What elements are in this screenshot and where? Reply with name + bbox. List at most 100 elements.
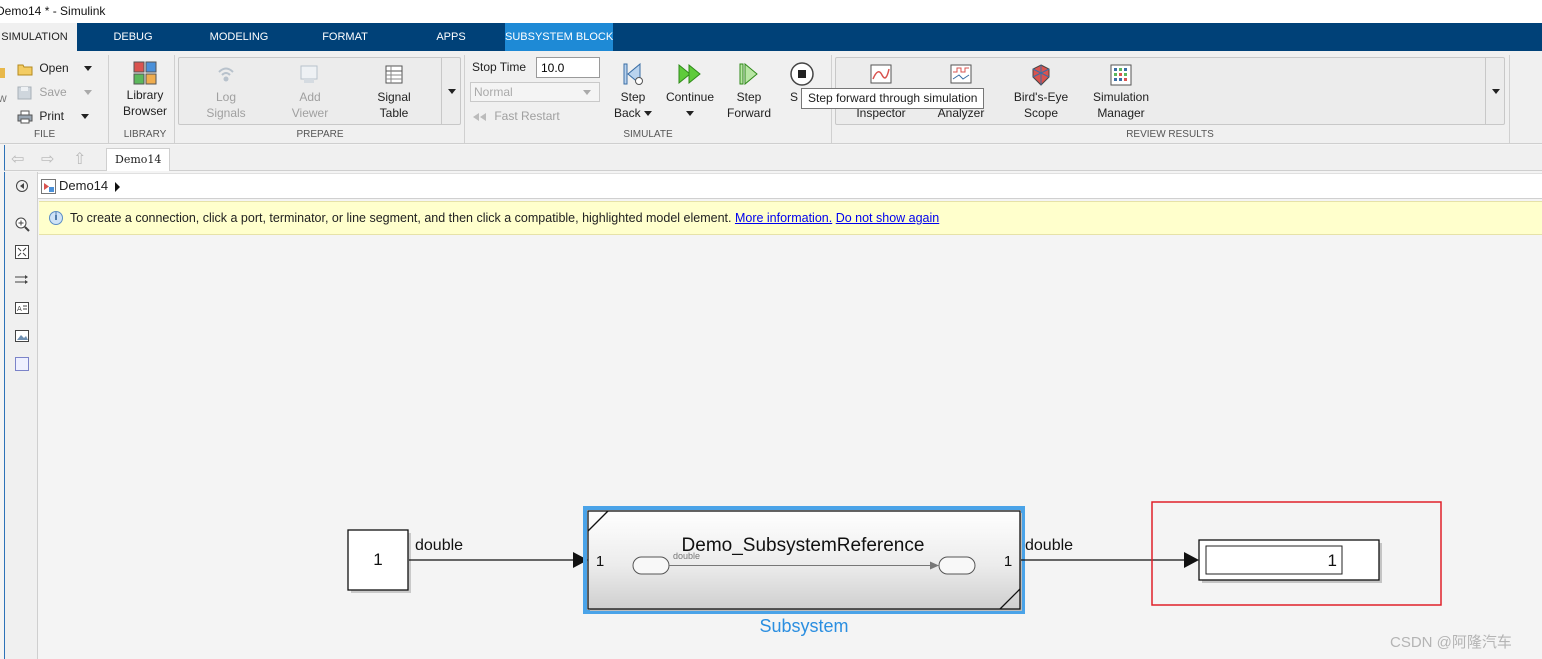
simulink-window: Demo14 * - Simulink SIMULATION DEBUG MOD… [0,0,1542,659]
inner-outport-shape [938,556,976,575]
forward-arrow-icon[interactable]: ⇨ [41,149,54,169]
area-icon[interactable] [14,356,30,372]
open-dropdown-caret[interactable] [84,66,93,72]
subsystem-block[interactable]: Demo_SubsystemReference 1 1 double [583,506,1025,614]
breadcrumb-caret-icon[interactable] [115,182,120,192]
step-back-icon [623,62,643,86]
simulation-manager-label-2: Manager [1097,106,1145,120]
more-information-link[interactable]: More information. [735,211,832,225]
step-back-button[interactable]: Step Back [607,61,659,121]
step-back-caret[interactable] [644,111,653,117]
birds-eye-scope-button[interactable]: Bird's-Eye Scope [1008,63,1074,121]
back-arrow-icon[interactable]: ⇦ [11,149,24,169]
step-back-label-1: Step [620,90,646,104]
birds-eye-icon [1032,64,1050,86]
ribbon-tab-strip: SIMULATION DEBUG MODELING FORMAT APPS SU… [0,23,1542,51]
info-bar: i To create a connection, click a port, … [39,201,1542,235]
subsystem-name[interactable]: Subsystem [759,616,848,636]
step-forward-label-2: Forward [726,106,771,120]
file-section-label: FILE [34,129,56,140]
new-button-fragment[interactable] [0,63,5,81]
simulation-manager-label-1: Simulation [1092,90,1150,104]
model-editor: ⇦ ⇨ ⇧ Demo14 A Demo14 i To create a conn… [0,145,1542,659]
fast-restart-label: Fast Restart [494,109,560,123]
signal-arrows-icon[interactable] [14,272,30,288]
birds-eye-label-1: Bird's-Eye [1013,90,1069,104]
add-viewer-label-1: Add [299,90,321,104]
annotation-icon[interactable]: A [14,300,30,316]
library-section-label: LIBRARY [123,129,167,140]
simulation-manager-button[interactable]: Simulation Manager [1086,63,1156,121]
subsystem-in-port-number: 1 [596,553,604,570]
do-not-show-again-link[interactable]: Do not show again [836,211,940,225]
simulate-section-label: SIMULATE [623,129,673,140]
display-block[interactable]: 1 [1198,539,1382,583]
signal-table-label-2: Table [379,106,409,120]
hide-browser-icon[interactable] [14,178,30,194]
continue-caret[interactable] [686,111,694,117]
constant-block[interactable]: 1 [347,529,411,593]
up-arrow-icon[interactable]: ⇧ [73,149,86,169]
title-bar: Demo14 * - Simulink [0,0,1542,23]
separator-prepare [464,55,465,143]
breadcrumb-demo14[interactable]: Demo14 [59,178,108,193]
info-message: To create a connection, click a port, te… [70,211,732,225]
new-label-fragment: w [0,91,7,105]
canvas-left-toolbar: A [4,172,38,659]
constant-value: 1 [373,550,382,569]
tab-subsystem-block[interactable]: SUBSYSTEM BLOCK [505,23,613,51]
tab-debug[interactable]: DEBUG [104,23,162,51]
save-dropdown-caret[interactable] [84,90,93,96]
print-dropdown-caret[interactable] [81,114,90,120]
step-forward-icon [739,62,758,86]
signal-table-button[interactable]: Signal Table [368,63,420,121]
signal-out-label: double [1025,537,1073,554]
print-button[interactable]: Print [17,107,90,125]
step-forward-button[interactable]: Step Forward [722,61,776,121]
printer-icon [17,110,33,124]
continue-caret-row [662,105,718,121]
simulation-mode-caret [583,90,591,95]
address-bar: Demo14 [38,173,1542,199]
log-signals-button[interactable]: Log Signals [200,63,252,121]
image-icon[interactable] [14,328,30,344]
log-signals-icon [218,67,234,82]
tab-apps[interactable]: APPS [428,23,474,51]
add-viewer-button[interactable]: Add Viewer [284,63,336,121]
doc-tab-demo14[interactable]: Demo14 [106,148,171,171]
svg-text:A: A [17,305,22,313]
diagram-canvas[interactable]: 1 double Demo_SubsystemReference 1 1 dou… [39,236,1542,659]
step-forward-label-1: Step [736,90,762,104]
prepare-gallery-expand[interactable] [441,57,461,125]
logic-analyzer-icon [950,64,972,84]
tab-simulation[interactable]: SIMULATION [0,23,77,51]
inner-inport-shape [632,556,670,575]
stop-time-input[interactable] [536,57,600,78]
step-back-label-2: Back [613,106,641,120]
review-expand-caret [1492,89,1500,94]
window-title: Demo14 * - Simulink [0,4,106,18]
log-signals-label-1: Log [215,90,237,104]
library-browser-button[interactable]: Library Browser [118,61,172,119]
save-button[interactable]: Save [17,83,93,101]
simulation-mode-select[interactable]: Normal [470,82,600,102]
library-browser-label-1: Library [126,88,164,102]
fast-restart-toggle[interactable]: Fast Restart [471,107,560,125]
add-viewer-label-2: Viewer [291,106,329,120]
step-forward-tooltip: Step forward through simulation [801,88,985,109]
tab-modeling[interactable]: MODELING [200,23,278,51]
add-viewer-icon [300,65,318,83]
tab-format[interactable]: FORMAT [314,23,376,51]
signal-line-in[interactable] [409,552,588,568]
continue-button[interactable]: Continue [662,61,718,121]
open-button[interactable]: Open [17,59,93,77]
model-browser-bar: ⇦ ⇨ ⇧ Demo14 [4,145,1542,171]
signal-table-label-1: Signal [377,90,411,104]
signal-line-out[interactable] [1021,552,1199,568]
fit-to-view-icon[interactable] [14,244,30,260]
review-gallery-expand[interactable] [1485,57,1505,125]
zoom-icon[interactable] [14,216,30,232]
continue-label: Continue [665,90,715,104]
library-grid-icon [133,61,157,85]
separator-library [174,55,175,143]
